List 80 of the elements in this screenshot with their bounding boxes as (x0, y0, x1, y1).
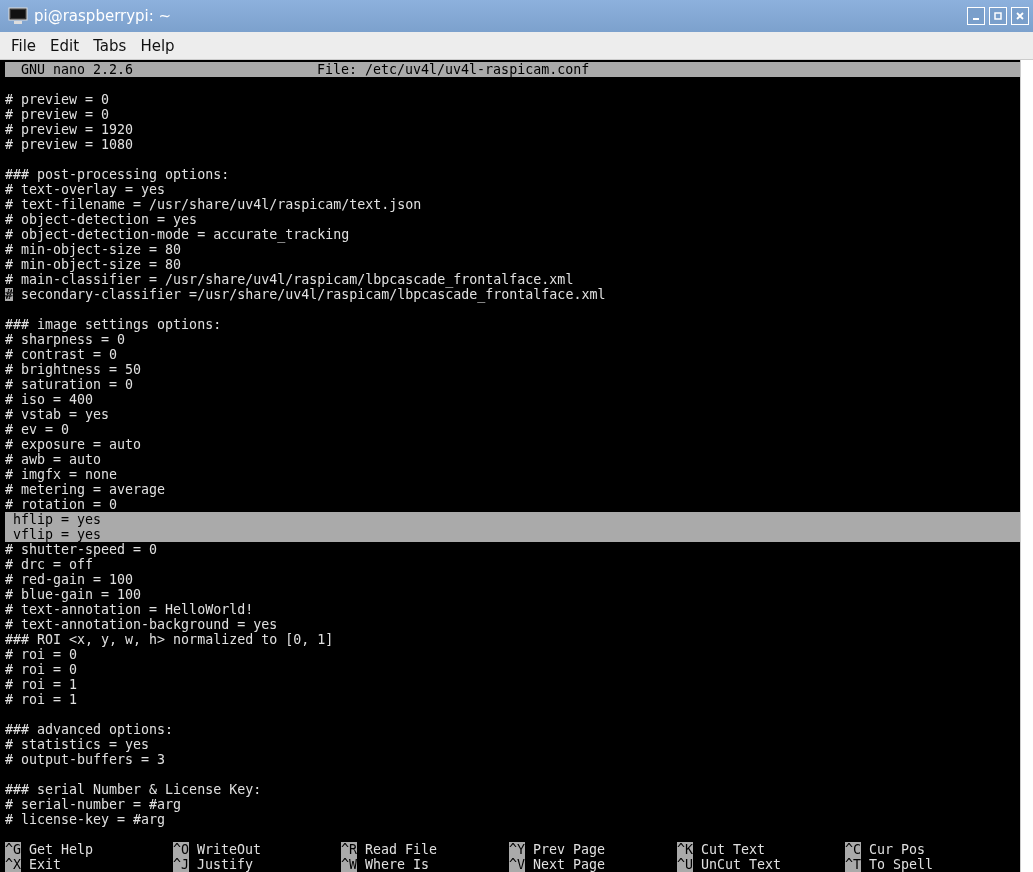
shortcut-key: ^V (509, 857, 525, 872)
config-line: # drc = off (5, 557, 95, 572)
shortcut-key: ^Y (509, 842, 525, 857)
config-line: # blue-gain = 100 (5, 587, 143, 602)
shortcut-label: WriteOut (197, 842, 262, 857)
scrollbar[interactable] (1020, 60, 1033, 872)
config-line: # preview = 1080 (5, 137, 135, 152)
config-line: # preview = 0 (5, 107, 111, 122)
config-line: # brightness = 50 (5, 362, 143, 377)
minimize-button[interactable] (967, 7, 985, 25)
shortcut-label: Justify (197, 857, 254, 872)
config-line: # min-object-size = 80 (5, 257, 183, 272)
shortcut-label: Next Page (533, 857, 606, 872)
config-line: # text-annotation-background = yes (5, 617, 279, 632)
config-line: ### ROI <x, y, w, h> normalized to [0, 1] (5, 632, 335, 647)
config-line: # iso = 400 (5, 392, 95, 407)
config-line: ### post-processing options: (5, 167, 231, 182)
editor-version: GNU nano 2.2.6 (21, 62, 135, 77)
config-line: # shutter-speed = 0 (5, 542, 159, 557)
config-line: # saturation = 0 (5, 377, 135, 392)
config-line: # serial-number = #arg (5, 797, 183, 812)
shortcut-key: ^T (845, 857, 861, 872)
menu-item[interactable]: File (4, 36, 44, 55)
config-line: # roi = 1 (5, 692, 79, 707)
config-line: ### serial Number & License Key: (5, 782, 263, 797)
config-line: # min-object-size = 80 (5, 242, 183, 257)
config-line: ### image settings options: (5, 317, 223, 332)
config-line: # imgfx = none (5, 467, 119, 482)
shortcut-key: ^W (341, 857, 357, 872)
shortcut-key: ^R (341, 842, 357, 857)
config-line: # roi = 1 (5, 677, 79, 692)
shortcut-label: Cut Text (701, 842, 766, 857)
maximize-icon (994, 12, 1002, 20)
shortcut-label: UnCut Text (701, 857, 782, 872)
shortcut-label: Cur Pos (869, 842, 926, 857)
config-line: # text-filename = /usr/share/uv4l/raspicam/text.json (5, 197, 423, 212)
config-line: # roi = 0 (5, 647, 79, 662)
shortcut-label: To Spell (869, 857, 934, 872)
config-line: # metering = average (5, 482, 167, 497)
config-line: # preview = 0 (5, 92, 111, 107)
config-line: # exposure = auto (5, 437, 143, 452)
config-line: # output-buffers = 3 (5, 752, 167, 767)
shortcut-label: Where Is (365, 857, 430, 872)
shortcut-label: Read File (365, 842, 438, 857)
config-line: # preview = 1920 (5, 122, 135, 137)
shortcut-key: ^J (173, 857, 189, 872)
monitor-icon (8, 7, 28, 25)
shortcut-label: Exit (29, 857, 62, 872)
shortcut-key: ^G (5, 842, 21, 857)
window-title: pi@raspberrypi: ~ (34, 7, 173, 25)
config-line: # awb = auto (5, 452, 103, 467)
config-line: ### advanced options: (5, 722, 175, 737)
maximize-button[interactable] (989, 7, 1007, 25)
shortcut-key: ^O (173, 842, 189, 857)
menu-item[interactable]: Help (133, 36, 182, 55)
shortcut-key: ^K (677, 842, 693, 857)
config-line: # roi = 0 (5, 662, 79, 677)
menu-item[interactable]: Edit (43, 36, 87, 55)
close-button[interactable] (1011, 7, 1029, 25)
config-line: # rotation = 0 (5, 497, 119, 512)
config-line: # vstab = yes (5, 407, 111, 422)
shortcut-key: ^C (845, 842, 861, 857)
config-line: # object-detection-mode = accurate_tracking (5, 227, 351, 242)
shortcut-key: ^U (677, 857, 693, 872)
config-line: # text-annotation = HelloWorld! (5, 602, 255, 617)
file-name: File: /etc/uv4l/uv4l-raspicam.conf (317, 62, 590, 77)
config-line: # main-classifier = /usr/share/uv4l/raspicam/lbpcascade_frontalface.xml (5, 272, 574, 287)
config-line: # sharpness = 0 (5, 332, 127, 347)
config-line: # license-key = #arg (5, 812, 167, 827)
shortcut-label: Prev Page (533, 842, 606, 857)
config-line: # contrast = 0 (5, 347, 119, 362)
config-line: # object-detection = yes (5, 212, 199, 227)
config-line: # red-gain = 100 (5, 572, 135, 587)
config-line: # ev = 0 (5, 422, 71, 437)
menu-item[interactable]: Tabs (86, 36, 134, 55)
shortcut-key: ^X (5, 857, 21, 872)
config-line: # text-overlay = yes (5, 182, 167, 197)
config-line: # statistics = yes (5, 737, 151, 752)
close-icon (1016, 12, 1024, 20)
shortcut-label: Get Help (29, 842, 94, 857)
